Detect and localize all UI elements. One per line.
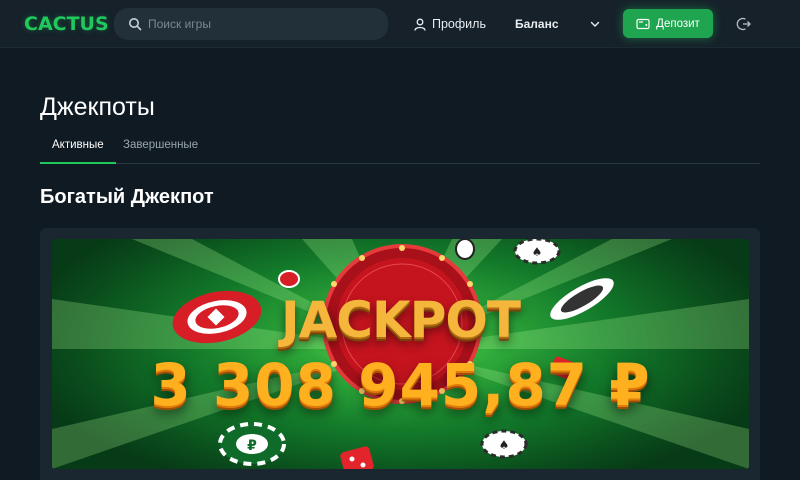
user-icon <box>414 18 426 31</box>
wallet-icon <box>636 18 650 30</box>
balance-label: Баланс <box>515 17 559 31</box>
svg-text:₽: ₽ <box>247 438 257 454</box>
chip-small-top <box>455 239 475 260</box>
logout-icon[interactable] <box>736 16 752 32</box>
chip-green-bottom: ₽ <box>218 422 286 466</box>
section-title: Богатый Джекпот <box>40 186 214 208</box>
deposit-button[interactable]: Депозит <box>623 9 713 38</box>
cactus-logo[interactable]: CACTUS <box>24 13 109 35</box>
jackpot-banner[interactable]: ₽ ♠ ♠ JACKPOT 3 308 945,87 ₽ <box>52 239 749 469</box>
search-input[interactable] <box>148 17 368 31</box>
tab-finished[interactable]: Завершенные <box>111 138 210 164</box>
top-header: CACTUS Профиль Баланс <box>0 0 800 48</box>
tab-active[interactable]: Активные <box>40 138 116 164</box>
jackpot-heading: JACKPOT <box>281 291 521 349</box>
search-bar[interactable] <box>114 8 388 40</box>
balance-dropdown[interactable]: Баланс <box>515 15 559 33</box>
svg-text:♠: ♠ <box>532 245 543 259</box>
chevron-down-icon[interactable] <box>589 17 601 29</box>
chip-spade-bottom: ♠ <box>480 429 528 459</box>
search-icon <box>128 17 142 31</box>
jackpot-amount: 3 308 945,87 ₽ <box>150 351 651 419</box>
dice-bottom <box>340 446 374 469</box>
chip-small-red <box>278 270 300 288</box>
chip-spade-top: ♠ <box>513 239 561 265</box>
svg-text:♠: ♠ <box>499 438 510 452</box>
page-title: Джекпоты <box>40 93 155 121</box>
profile-link[interactable]: Профиль <box>414 15 486 33</box>
profile-label: Профиль <box>432 17 486 31</box>
deposit-label: Депозит <box>656 17 700 30</box>
jackpot-tabs: Активные Завершенные <box>40 132 760 164</box>
